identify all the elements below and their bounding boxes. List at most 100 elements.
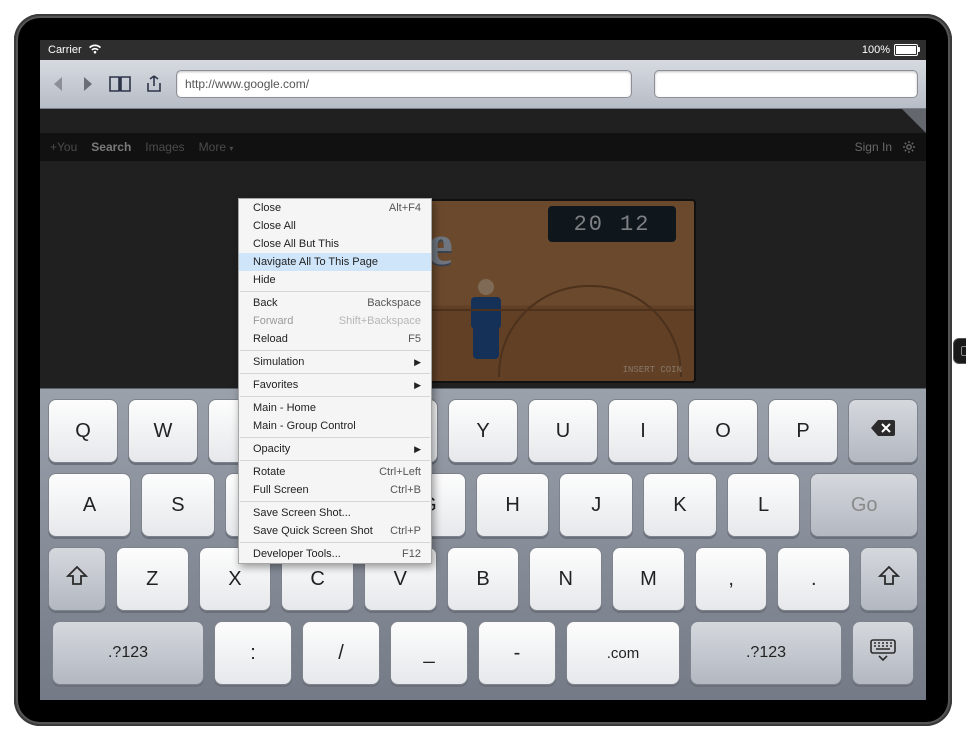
context-menu-item[interactable]: ReloadF5	[239, 330, 431, 348]
share-icon[interactable]	[142, 73, 166, 95]
key-s[interactable]: S	[141, 473, 215, 537]
context-menu-item[interactable]: Navigate All To This Page	[239, 253, 431, 271]
key-underscore[interactable]: _	[390, 621, 468, 685]
context-menu-shortcut: F12	[402, 548, 421, 560]
battery-icon	[894, 44, 918, 56]
shift-icon	[65, 565, 89, 593]
context-menu-item[interactable]: BackBackspace	[239, 294, 431, 312]
submenu-arrow-icon: ▶	[414, 380, 421, 391]
context-menu-item[interactable]: Developer Tools... F12	[239, 545, 431, 563]
context-menu-shortcut: Ctrl+B	[390, 484, 421, 496]
keyboard-row-1: Q W E R T Y U I O P	[48, 399, 918, 463]
key-slash[interactable]: /	[302, 621, 380, 685]
submenu-arrow-icon: ▶	[414, 444, 421, 455]
context-menu-item-label: Main - Home	[253, 402, 316, 414]
context-menu-item[interactable]: Full Screen Ctrl+B	[239, 481, 431, 499]
context-menu-item[interactable]: Hide	[239, 271, 431, 289]
context-menu-item[interactable]: Main - Group Control	[239, 417, 431, 435]
key-dotcom[interactable]: .com	[566, 621, 680, 685]
onscreen-keyboard: Q W E R T Y U I O P A S D F	[40, 388, 926, 700]
key-colon[interactable]: :	[214, 621, 292, 685]
context-menu-item-label: Opacity	[253, 443, 290, 455]
key-y[interactable]: Y	[448, 399, 518, 463]
context-menu-item-label: Forward	[253, 315, 293, 327]
context-menu-item-label: Developer Tools...	[253, 548, 341, 560]
context-menu-separator	[240, 350, 430, 351]
key-comma[interactable]: ,	[695, 547, 768, 611]
key-w[interactable]: W	[128, 399, 198, 463]
context-menu-separator	[240, 460, 430, 461]
key-period[interactable]: .	[777, 547, 850, 611]
context-menu-shortcut: Ctrl+Left	[379, 466, 421, 478]
context-menu-item[interactable]: Save Quick Screen ShotCtrl+P	[239, 522, 431, 540]
keyboard-row-2: A S D F G H J K L Go	[48, 473, 918, 537]
bookmarks-icon[interactable]	[108, 73, 132, 95]
context-menu-separator	[240, 437, 430, 438]
key-numeric-right[interactable]: .?123	[690, 621, 842, 685]
key-go[interactable]: Go	[810, 473, 918, 537]
key-z[interactable]: Z	[116, 547, 189, 611]
context-menu-item[interactable]: CloseAlt+F4	[239, 199, 431, 217]
key-u[interactable]: U	[528, 399, 598, 463]
context-menu-item[interactable]: Close All But This	[239, 235, 431, 253]
context-menu-item-label: Close All But This	[253, 238, 339, 250]
context-menu-item[interactable]: Rotate Ctrl+Left	[239, 463, 431, 481]
context-menu-item-label: Rotate	[253, 466, 285, 478]
wifi-icon	[88, 44, 102, 57]
key-h[interactable]: H	[476, 473, 550, 537]
context-menu-item[interactable]: Close All	[239, 217, 431, 235]
context-menu-item: ForwardShift+Backspace	[239, 312, 431, 330]
submenu-arrow-icon: ▶	[414, 357, 421, 368]
context-menu-item-label: Close All	[253, 220, 296, 232]
key-hide-keyboard[interactable]	[852, 621, 914, 685]
context-menu-item-label: Navigate All To This Page	[253, 256, 378, 268]
key-a[interactable]: A	[48, 473, 131, 537]
key-numeric-left[interactable]: .?123	[52, 621, 204, 685]
context-menu-item[interactable]: Simulation ▶	[239, 353, 431, 371]
safari-toolbar: http://www.google.com/	[40, 60, 926, 109]
context-menu-item[interactable]: Save Screen Shot...	[239, 504, 431, 522]
context-menu-item-label: Hide	[253, 274, 276, 286]
key-m[interactable]: M	[612, 547, 685, 611]
context-menu-separator	[240, 291, 430, 292]
keyboard-row-3: Z X C V B N M , .	[48, 547, 918, 611]
key-k[interactable]: K	[643, 473, 717, 537]
key-shift-left[interactable]	[48, 547, 106, 611]
key-q[interactable]: Q	[48, 399, 118, 463]
battery-pct: 100%	[862, 44, 890, 56]
url-field[interactable]: http://www.google.com/	[176, 70, 632, 98]
context-menu-item-label: Save Screen Shot...	[253, 507, 351, 519]
key-j[interactable]: J	[559, 473, 633, 537]
key-dash[interactable]: -	[478, 621, 556, 685]
context-menu-separator	[240, 373, 430, 374]
key-backspace[interactable]	[848, 399, 918, 463]
key-shift-right[interactable]	[860, 547, 918, 611]
context-menu-item[interactable]: Main - Home	[239, 399, 431, 417]
hide-keyboard-icon	[869, 638, 897, 668]
context-menu-item-label: Save Quick Screen Shot	[253, 525, 373, 537]
back-button[interactable]	[48, 74, 68, 94]
context-menu-item[interactable]: Opacity ▶	[239, 440, 431, 458]
carrier-label: Carrier	[48, 44, 82, 56]
key-p[interactable]: P	[768, 399, 838, 463]
context-menu: CloseAlt+F4 Close All Close All But This Na…	[238, 198, 432, 564]
search-field[interactable]	[654, 70, 918, 98]
context-menu-shortcut: Backspace	[367, 297, 421, 309]
keyboard-row-4: .?123 : / _ - .com .?123	[48, 621, 918, 685]
context-menu-item-label: Full Screen	[253, 484, 309, 496]
status-bar: Carrier 100%	[40, 40, 926, 60]
key-l[interactable]: L	[727, 473, 801, 537]
key-o[interactable]: O	[688, 399, 758, 463]
url-text: http://www.google.com/	[185, 77, 309, 91]
ipad-home-button[interactable]	[953, 338, 966, 364]
ipad-screen: Carrier 100%	[40, 40, 926, 700]
forward-button[interactable]	[78, 74, 98, 94]
context-menu-shortcut: F5	[408, 333, 421, 345]
context-menu-item-label: Close	[253, 202, 281, 214]
context-menu-separator	[240, 501, 430, 502]
key-n[interactable]: N	[529, 547, 602, 611]
context-menu-item-label: Simulation	[253, 356, 304, 368]
key-i[interactable]: I	[608, 399, 678, 463]
context-menu-item[interactable]: Favorites▶	[239, 376, 431, 394]
key-b[interactable]: B	[447, 547, 520, 611]
